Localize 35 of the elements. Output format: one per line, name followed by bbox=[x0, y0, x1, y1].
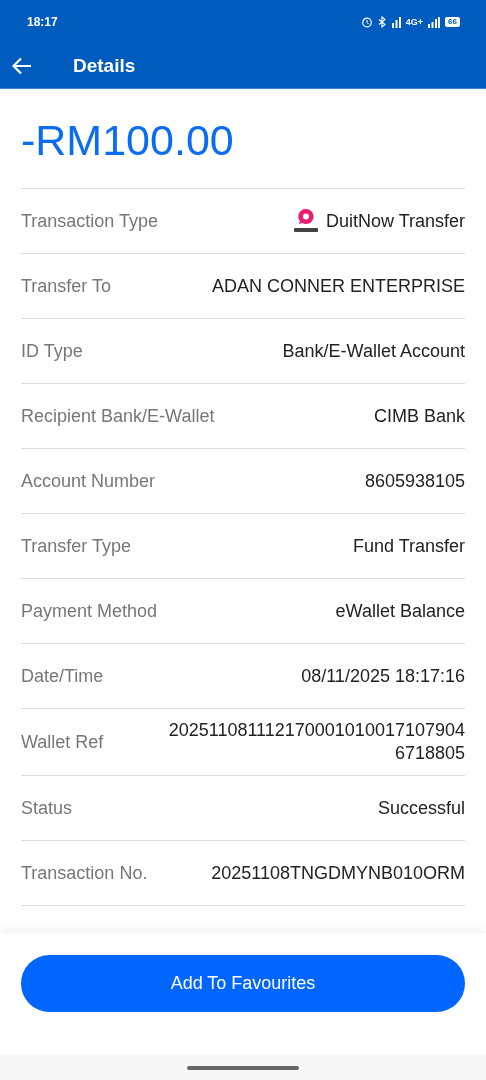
detail-value: 08/11/2025 18:17:16 bbox=[301, 665, 465, 687]
duitnow-logo-icon bbox=[291, 208, 320, 234]
back-button[interactable] bbox=[11, 55, 33, 77]
detail-value: CIMB Bank bbox=[373, 405, 465, 427]
detail-label: Transfer To bbox=[21, 275, 112, 297]
detail-label: Transaction No. bbox=[21, 862, 148, 884]
signal-icon bbox=[391, 16, 401, 28]
home-indicator[interactable] bbox=[187, 1065, 299, 1070]
detail-label: Transfer Type bbox=[21, 535, 132, 557]
detail-label: Transaction Type bbox=[21, 210, 159, 232]
network-type: 4G+ bbox=[405, 17, 424, 27]
detail-label: Payment Method bbox=[21, 600, 158, 622]
detail-label: Status bbox=[21, 797, 73, 819]
transaction-amount: -RM100.00 bbox=[21, 89, 465, 189]
detail-value: 20251108TNGDMYNB010ORM bbox=[210, 861, 465, 885]
detail-label: ID Type bbox=[21, 340, 83, 362]
detail-value: 8605938105 bbox=[364, 470, 465, 492]
detail-value: eWallet Balance bbox=[335, 600, 465, 622]
bluetooth-icon bbox=[377, 16, 387, 28]
detail-label: Account Number bbox=[21, 470, 156, 492]
detail-value: Fund Transfer bbox=[352, 535, 465, 557]
detail-label: Wallet Ref bbox=[21, 731, 104, 753]
signal-icon bbox=[428, 16, 441, 28]
page-title: Details bbox=[73, 55, 136, 77]
status-time: 18:17 bbox=[27, 15, 58, 29]
add-to-favourites-button[interactable]: Add To Favourites bbox=[21, 954, 465, 1012]
battery-level: 66 bbox=[445, 17, 460, 27]
alarm-icon bbox=[360, 16, 373, 28]
detail-value: ADAN CONNER ENTERPRISE bbox=[211, 275, 465, 297]
detail-label: Date/Time bbox=[21, 665, 104, 687]
detail-value: 2025110811121700010100171079046718805 bbox=[167, 719, 465, 765]
detail-value: DuitNow Transfer bbox=[325, 210, 465, 232]
detail-label: Recipient Bank/E-Wallet bbox=[21, 405, 215, 427]
detail-value: Bank/E-Wallet Account bbox=[282, 340, 465, 362]
detail-value: Successful bbox=[377, 797, 465, 819]
